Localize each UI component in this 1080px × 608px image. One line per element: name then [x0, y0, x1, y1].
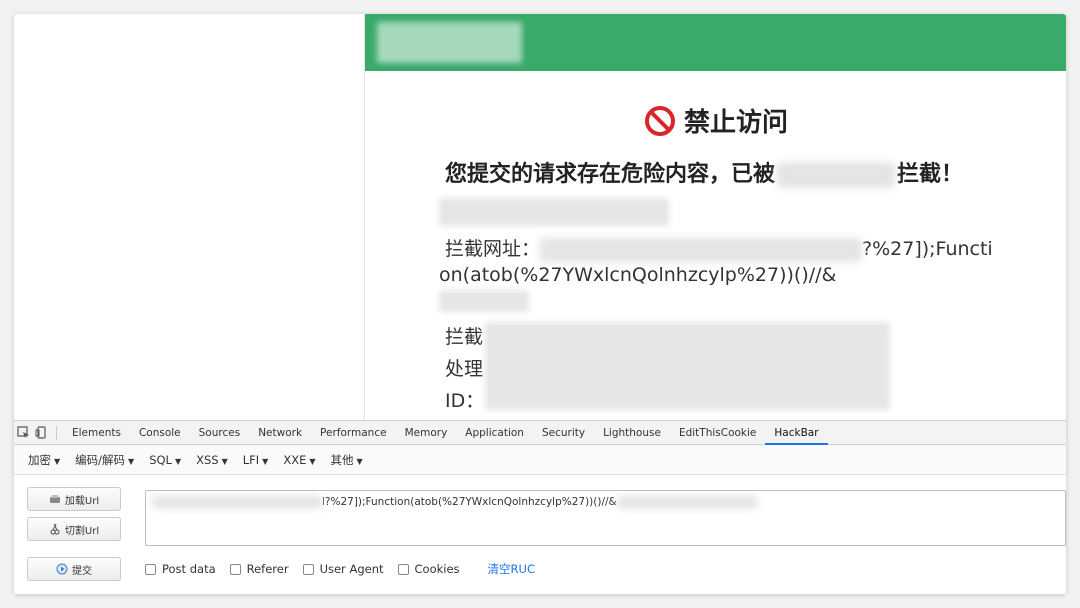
- block-message: 您提交的请求存在危险内容，已被 拦截！: [445, 156, 963, 188]
- hackbar-menu-item[interactable]: 编码/解码 ▼: [75, 452, 134, 468]
- tab-performance[interactable]: Performance: [311, 421, 396, 445]
- intercept-time-line: 拦截: [445, 322, 483, 349]
- hackbar-menu-label: SQL: [149, 452, 172, 467]
- left-blank-area: [14, 14, 364, 420]
- caret-down-icon: ▼: [174, 456, 182, 466]
- hackbar-menu-item[interactable]: SQL ▼: [149, 453, 181, 467]
- url-text: l?%27]);Function(atob(%27YWxlcnQolnhzcyl…: [322, 496, 617, 508]
- tab-sources[interactable]: Sources: [190, 421, 250, 445]
- tab-console[interactable]: Console: [130, 421, 190, 445]
- url-textarea[interactable]: l?%27]);Function(atob(%27YWxlcnQolnhzcyl…: [145, 490, 1066, 546]
- caret-down-icon: ▼: [128, 456, 135, 466]
- hackbar-menu-label: XSS: [196, 452, 219, 467]
- block-message-suffix: 拦截！: [897, 162, 964, 187]
- tab-security[interactable]: Security: [533, 421, 594, 445]
- devtools-tabbar: Elements Console Sources Network Performance…: [14, 421, 1066, 445]
- intercept-url-tail: ?%27]);Functi: [862, 238, 993, 260]
- hackbar-menu-label: 加密: [28, 452, 51, 467]
- option-referer[interactable]: Referer: [229, 562, 289, 576]
- load-url-button[interactable]: 加载Url: [27, 487, 121, 511]
- checkbox[interactable]: [397, 563, 409, 575]
- option-cookies[interactable]: Cookies: [397, 562, 460, 576]
- redacted-line: [439, 290, 529, 312]
- caret-down-icon: ▼: [356, 456, 363, 466]
- page-viewport: 禁止访问 您提交的请求存在危险内容，已被 拦截！ 拦截网址： ?%27]);Func…: [14, 14, 1066, 420]
- forbidden-title: 禁止访问: [683, 108, 788, 138]
- scissors-icon: [49, 523, 61, 535]
- submit-label: 提交: [72, 565, 92, 577]
- submit-button[interactable]: 提交: [27, 557, 121, 581]
- toolbar-divider: [56, 425, 57, 440]
- hackbar-menu-item[interactable]: XSS ▼: [196, 453, 228, 467]
- option-user-agent[interactable]: User Agent: [302, 562, 384, 576]
- waf-logo-redacted: [377, 22, 522, 63]
- id-label: ID：: [445, 390, 485, 412]
- intercept-url-line-2: on(atob(%27YWxlcnQolnhzcylp%27))()//&: [439, 264, 996, 286]
- redacted-url-start: [152, 496, 322, 508]
- option-label: Referer: [246, 562, 289, 576]
- handle-label: 处理: [445, 358, 484, 380]
- request-options: Post data Referer User Agent Cookies 清空RUC: [145, 561, 535, 577]
- load-url-label: 加载Url: [64, 495, 100, 507]
- handle-line: 处理: [445, 354, 483, 381]
- redacted-waf-name: [777, 162, 896, 188]
- hackbar-body: 加载Url 切割Url 提交 l?%27]);Function(atob(%27…: [14, 476, 1066, 594]
- devtools-panel: Elements Console Sources Network Performance…: [14, 420, 1066, 594]
- caret-down-icon: ▼: [221, 456, 228, 466]
- caret-down-icon: ▼: [309, 456, 316, 466]
- browser-window: 禁止访问 您提交的请求存在危险内容，已被 拦截！ 拦截网址： ?%27]);Func…: [14, 14, 1066, 594]
- block-message-prefix: 您提交的请求存在危险内容，已被: [445, 162, 776, 187]
- checkbox[interactable]: [145, 563, 156, 575]
- tab-editthiscookie[interactable]: EditThisCookie: [670, 421, 765, 445]
- forbidden-heading: 禁止访问: [365, 102, 1066, 139]
- clear-ruc-link[interactable]: 清空RUC: [488, 561, 535, 577]
- waf-header: [365, 14, 1066, 71]
- hackbar-menu-label: 编码/解码: [75, 452, 126, 467]
- split-url-label: 切割Url: [64, 525, 100, 537]
- redacted-details: [485, 322, 890, 410]
- play-icon: [56, 563, 68, 575]
- hackbar-menu-label: 其他: [330, 452, 354, 467]
- option-label: Post data: [162, 562, 216, 576]
- hackbar-menu-label: LFI: [242, 452, 260, 467]
- tab-network[interactable]: Network: [249, 421, 311, 445]
- device-toolbar-icon[interactable]: [32, 421, 50, 445]
- load-url-icon: [49, 493, 61, 505]
- checkbox[interactable]: [302, 563, 314, 575]
- intercept-label: 拦截: [445, 326, 484, 348]
- checkbox[interactable]: [229, 563, 241, 575]
- intercept-url-label: 拦截网址：: [445, 238, 541, 260]
- prohibited-icon: [644, 105, 676, 137]
- hackbar-menu: 加密 ▼ 编码/解码 ▼ SQL ▼ XSS ▼ LFI ▼ XXE ▼ 其他 ▼: [14, 445, 1066, 475]
- option-post-data[interactable]: Post data: [145, 562, 216, 576]
- redacted-line: [439, 198, 669, 226]
- inspect-element-icon[interactable]: [14, 421, 32, 445]
- redacted-url-end: [616, 496, 757, 508]
- caret-down-icon: ▼: [262, 456, 269, 466]
- caret-down-icon: ▼: [54, 456, 61, 466]
- tab-hackbar[interactable]: HackBar: [765, 421, 828, 445]
- tab-application[interactable]: Application: [456, 421, 533, 445]
- hackbar-menu-item[interactable]: 其他 ▼: [331, 452, 363, 468]
- option-label: Cookies: [414, 562, 460, 576]
- option-label: User Agent: [319, 562, 384, 576]
- intercept-url-continuation: on(atob(%27YWxlcnQolnhzcylp%27))()//&: [439, 264, 837, 286]
- tab-lighthouse[interactable]: Lighthouse: [594, 421, 670, 445]
- tab-memory[interactable]: Memory: [396, 421, 457, 445]
- id-line: ID：: [445, 386, 484, 413]
- hackbar-menu-label: XXE: [283, 452, 307, 467]
- redacted-url-part: [540, 237, 863, 262]
- intercept-url-line: 拦截网址： ?%27]);Functi: [445, 234, 993, 262]
- hackbar-menu-item[interactable]: 加密 ▼: [28, 452, 60, 468]
- split-url-button[interactable]: 切割Url: [27, 517, 121, 541]
- tab-elements[interactable]: Elements: [63, 421, 130, 445]
- hackbar-menu-item[interactable]: XXE ▼: [283, 453, 315, 467]
- devtools-tab-list: Elements Console Sources Network Performance…: [63, 421, 828, 445]
- waf-block-page: 禁止访问 您提交的请求存在危险内容，已被 拦截！ 拦截网址： ?%27]);Func…: [364, 14, 1066, 420]
- hackbar-menu-item[interactable]: LFI ▼: [243, 453, 269, 467]
